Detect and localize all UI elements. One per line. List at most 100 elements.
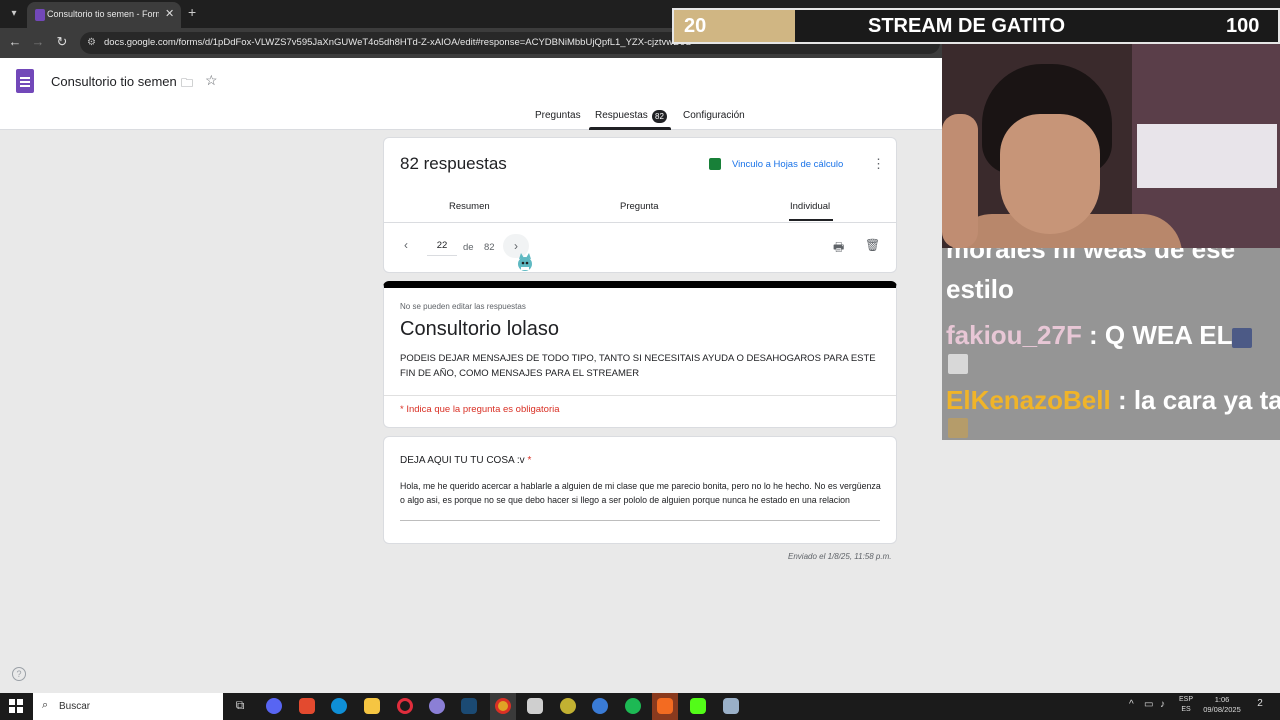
forward-icon[interactable]: → — [29, 34, 47, 49]
keyboard-layout: ES — [1181, 706, 1191, 713]
app-icon[interactable] — [527, 698, 543, 714]
subtab-resumen[interactable]: Resumen — [449, 201, 490, 212]
more-options-icon[interactable]: ⋮ — [872, 156, 885, 172]
chat-username: fakiou_27F — [946, 320, 1082, 350]
divider — [384, 222, 896, 223]
chat-message: estilo — [946, 274, 1014, 305]
task-view-icon[interactable]: ⧉ — [232, 698, 248, 714]
taskbar: ⌕ Buscar ⧉ ^ ▭ ♪ ESP ES 1:06 09/08/2025 … — [0, 693, 1280, 720]
chat-message-partial: morales ni weas de ese — [946, 248, 1236, 264]
tab-search-icon[interactable]: ▾ — [4, 4, 24, 24]
tab-preguntas[interactable]: Preguntas — [535, 110, 581, 121]
chat-text: : Q WEA EL — [1081, 320, 1233, 350]
active-tab-indicator — [589, 127, 671, 130]
chat-badge-icon — [948, 354, 968, 374]
delete-icon[interactable]: 🗑 — [865, 238, 880, 252]
figure-shelf — [1137, 124, 1277, 188]
forms-favicon-icon — [35, 9, 45, 21]
taskbar-search-input[interactable]: ⌕ Buscar — [33, 693, 223, 720]
question-card: DEJA AQUI TU TU COSA :v * Hola, me he qu… — [383, 436, 897, 544]
kick-icon[interactable] — [690, 698, 706, 714]
steam-icon[interactable] — [461, 698, 477, 714]
chat-emote-icon — [1232, 328, 1252, 348]
subtab-pregunta[interactable]: Pregunta — [620, 201, 659, 212]
required-mark: * — [527, 455, 532, 466]
responses-count-badge: 82 — [652, 110, 667, 123]
previous-response-icon[interactable]: ‹ — [404, 238, 408, 252]
network-icon[interactable]: ▭ — [1144, 699, 1153, 710]
pager-of-label: de — [463, 242, 474, 253]
volume-icon[interactable]: ♪ — [1160, 699, 1165, 710]
edge-icon[interactable] — [331, 698, 347, 714]
answer-text: Hola, me he querido acercar a hablarle a… — [400, 481, 881, 505]
search-icon: ⌕ — [42, 699, 49, 711]
sheets-icon[interactable] — [709, 158, 721, 170]
reload-icon[interactable]: ↻ — [53, 34, 71, 50]
sub-count: 20 — [684, 15, 707, 37]
chat-text: : la cara ya ta — [1110, 385, 1280, 415]
required-note: * Indica que la pregunta es obligatoria — [400, 404, 560, 415]
language-code: ESP — [1178, 696, 1193, 703]
cat-cursor-icon — [518, 253, 532, 271]
form-description: PODEIS DEJAR MENSAJES DE TODO TIPO, TANT… — [400, 353, 876, 379]
chat-text: estilo — [946, 274, 1014, 304]
cannot-edit-notice: No se pueden editar las respuestas — [400, 302, 526, 311]
question-text: DEJA AQUI TU TU COSA :v — [400, 455, 525, 466]
app-icon[interactable] — [592, 698, 608, 714]
search-placeholder: Buscar — [59, 701, 91, 712]
responses-summary-card: 82 respuestas Vinculo a Hojas de cálculo… — [383, 137, 897, 273]
question-label: DEJA AQUI TU TU COSA :v * — [400, 455, 531, 466]
form-title: Consultorio lolaso — [400, 318, 559, 340]
notifications-icon[interactable]: 2 — [1252, 698, 1268, 714]
chat-message: ElKenazoBell : la cara ya ta — [946, 385, 1280, 416]
obs-icon[interactable] — [657, 698, 673, 714]
chrome-icon[interactable] — [495, 698, 511, 714]
sub-goal-bar: 20 STREAM DE GATITO 100 — [672, 8, 1280, 44]
windows-start-icon[interactable] — [9, 699, 23, 713]
site-info-icon[interactable]: ⚙ — [87, 37, 96, 48]
active-subtab-indicator — [789, 219, 833, 221]
opera-gx-icon[interactable] — [397, 698, 413, 714]
subtab-individual[interactable]: Individual — [790, 201, 830, 212]
chat-badge-icon — [948, 418, 968, 438]
star-icon[interactable]: ☆ — [205, 72, 218, 89]
calculator-icon[interactable] — [723, 698, 739, 714]
browser-tab[interactable]: Consultorio tio semen - Formul ✕ — [27, 2, 181, 28]
link-to-sheets-button[interactable]: Vinculo a Hojas de cálculo — [732, 159, 843, 170]
clock-time: 1:06 — [1214, 695, 1230, 704]
app-icon[interactable] — [299, 698, 315, 714]
pager-total: 82 — [484, 242, 495, 253]
discord-icon[interactable] — [266, 698, 282, 714]
language-indicator[interactable]: ESP ES — [1174, 695, 1198, 715]
webcam-feed — [942, 44, 1280, 248]
app-icon[interactable] — [560, 698, 576, 714]
tab-configuracion[interactable]: Configuración — [683, 110, 745, 121]
close-icon[interactable]: ✕ — [165, 7, 174, 20]
response-number-input[interactable]: 22 — [427, 236, 457, 256]
spotify-icon[interactable] — [625, 698, 641, 714]
answer-underline — [400, 520, 880, 521]
print-icon[interactable]: 🖶 — [833, 238, 844, 259]
file-explorer-icon[interactable] — [364, 698, 380, 714]
chat-message: fakiou_27F : Q WEA EL — [946, 320, 1233, 351]
chat-username: ElKenazoBell — [946, 385, 1111, 415]
notification-count: 2 — [1257, 698, 1263, 709]
divider — [384, 395, 896, 396]
sub-goal-target: 100 — [1226, 15, 1260, 37]
folder-icon[interactable]: 🗀 — [181, 74, 193, 95]
clock-date: 09/08/2025 — [1203, 705, 1241, 714]
tab-title: Consultorio tio semen - Formul — [47, 9, 159, 19]
new-tab-icon[interactable]: + — [188, 4, 196, 20]
show-hidden-icons-icon[interactable]: ^ — [1129, 699, 1134, 710]
help-icon[interactable]: ? — [12, 667, 26, 681]
clock[interactable]: 1:06 09/08/2025 — [1199, 695, 1245, 715]
form-header-card: No se pueden editar las respuestas Consu… — [383, 281, 897, 428]
tab-respuestas[interactable]: Respuestas — [595, 110, 648, 121]
form-document-title[interactable]: Consultorio tio semen — [51, 74, 177, 89]
forms-logo-icon[interactable] — [16, 69, 34, 93]
app-icon[interactable] — [429, 698, 445, 714]
responses-heading: 82 respuestas — [400, 154, 507, 173]
streamer-face — [1000, 114, 1100, 234]
sub-goal-title: STREAM DE GATITO — [868, 15, 1066, 37]
back-icon[interactable]: ← — [6, 34, 24, 49]
